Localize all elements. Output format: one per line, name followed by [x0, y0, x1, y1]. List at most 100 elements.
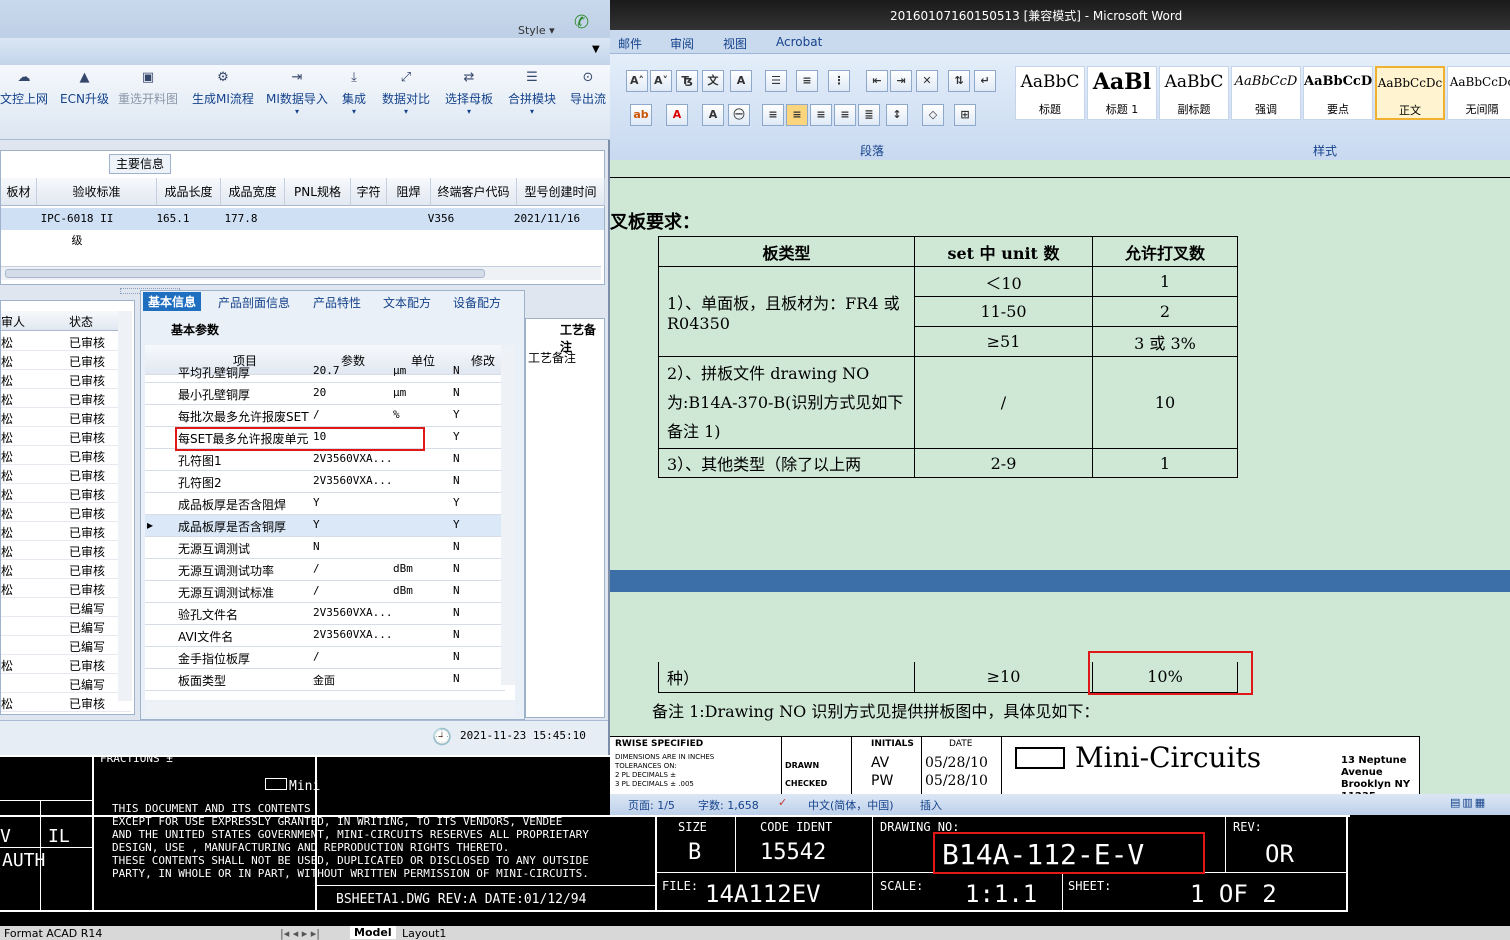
list-item[interactable]: 松已审核 — [1, 465, 131, 484]
toolbar-export-button[interactable]: ⊙ 导出流 — [570, 70, 606, 107]
toolbar-mi-import-button[interactable]: ⇥ MI数据导入 ▾ — [266, 70, 328, 116]
list-item[interactable]: 松已审核 — [1, 522, 131, 541]
list-header-reviewer[interactable]: 审人 — [1, 313, 25, 330]
list-item[interactable]: 已编写 — [1, 674, 131, 693]
tab-basic-info[interactable]: 基本信息 — [143, 292, 202, 311]
list-item[interactable]: 松已审核 — [1, 560, 131, 579]
grow-font-icon[interactable]: A˄ — [626, 70, 648, 92]
char-shading-icon[interactable]: A — [702, 104, 724, 126]
toolbar-integrate-button[interactable]: ⤓ 集成 ▾ — [342, 70, 366, 116]
increase-indent-icon[interactable]: ⇥ — [890, 70, 912, 92]
list-item[interactable]: 已编写 — [1, 636, 131, 655]
list-item[interactable]: 松已审核 — [1, 655, 131, 674]
params-row[interactable]: 最小孔壁铜厚 20 μm N — [145, 383, 505, 405]
toolbar-ecn-button[interactable]: ▲ ECN升级 — [60, 70, 109, 107]
params-row[interactable]: 无源互调测试 N N — [145, 537, 505, 559]
tab-profile-info[interactable]: 产品剖面信息 — [218, 294, 290, 311]
params-horizontal-scrollbar[interactable] — [145, 702, 515, 716]
tab-equipment-recipe[interactable]: 设备配方 — [453, 294, 501, 311]
style-title[interactable]: AaBbC 标题 — [1015, 66, 1085, 120]
highlight-icon[interactable]: ab — [630, 104, 652, 126]
grid-header[interactable]: 终端客户代码 — [431, 178, 517, 206]
list-item[interactable]: 松已审核 — [1, 389, 131, 408]
list-item[interactable]: 松已审核 — [1, 370, 131, 389]
status-language[interactable]: 中文(简体，中国) — [808, 797, 894, 813]
align-left-icon[interactable]: ≡ — [762, 104, 784, 126]
view-buttons-icon[interactable]: ▤▥▦ — [1450, 796, 1487, 809]
tab-product-features[interactable]: 产品特性 — [313, 294, 361, 311]
params-row[interactable]: 成品板厚是否含铜厚 Y Y ▸ — [145, 515, 505, 537]
grid-header[interactable]: 型号创建时间 — [517, 178, 605, 206]
horizontal-scrollbar[interactable] — [1, 266, 601, 280]
vertical-scrollbar[interactable] — [118, 311, 132, 701]
tab-review[interactable]: 审阅 — [670, 35, 694, 52]
font-color-icon[interactable]: A — [666, 104, 688, 126]
list-item[interactable]: 松已审核 — [1, 693, 131, 712]
menu-chevron-icon[interactable]: ▼ — [592, 44, 600, 55]
grid-header[interactable]: 成品宽度 — [221, 178, 285, 206]
style-heading1[interactable]: AaBl 标题 1 — [1087, 66, 1157, 120]
params-row[interactable]: 金手指位板厚 / N — [145, 647, 505, 669]
borders-icon[interactable]: ⊞ — [954, 104, 976, 126]
list-header-status[interactable]: 状态 — [69, 313, 93, 330]
list-item[interactable]: 松已审核 — [1, 332, 131, 351]
params-row[interactable]: 孔符图1 2V3560VXA... N — [145, 449, 505, 471]
toolbar-merge-module-button[interactable]: ☰ 合拼模块 ▾ — [508, 70, 556, 116]
params-row[interactable]: 验孔文件名 2V3560VXA... N — [145, 603, 505, 625]
params-row[interactable]: 板面类型 金面 N — [145, 669, 505, 691]
enclose-char-icon[interactable]: ㊀ — [728, 104, 750, 126]
params-row[interactable]: AVI文件名 2V3560VXA... N — [145, 625, 505, 647]
align-right-icon[interactable]: ≡ — [810, 104, 832, 126]
tab-view[interactable]: 视图 — [723, 35, 747, 52]
shrink-font-icon[interactable]: A˅ — [650, 70, 672, 92]
tab-layout1[interactable]: Layout1 — [402, 927, 446, 940]
grid-header[interactable]: 验收标准 — [37, 178, 157, 206]
toolbar-doc-online-button[interactable]: ☁ 文控上网 — [0, 70, 48, 107]
align-center-icon[interactable]: ≡ — [786, 104, 808, 126]
list-item[interactable]: 松已审核 — [1, 541, 131, 560]
tab-mail[interactable]: 邮件 — [618, 35, 642, 52]
list-item[interactable]: 松已审核 — [1, 427, 131, 446]
multilevel-list-icon[interactable]: ⋮ — [828, 70, 850, 92]
show-marks-icon[interactable]: ↵ — [974, 70, 996, 92]
decrease-indent-icon[interactable]: ⇤ — [866, 70, 888, 92]
list-item[interactable]: 松已审核 — [1, 446, 131, 465]
status-page[interactable]: 页面: 1/5 — [628, 797, 675, 813]
shading-icon[interactable]: ◇ — [922, 104, 944, 126]
chinese-layout-icon[interactable]: ✕ — [916, 70, 938, 92]
justify-icon[interactable]: ≡ — [834, 104, 856, 126]
toolbar-compare-button[interactable]: ⤢ 数据对比 ▾ — [382, 70, 430, 116]
list-item[interactable]: 松已审核 — [1, 484, 131, 503]
status-mode[interactable]: 插入 — [920, 797, 942, 813]
toolbar-reselect-button[interactable]: ▣ 重选开料图 — [118, 70, 178, 107]
params-row[interactable]: 无源互调测试标准 / dBm N — [145, 581, 505, 603]
list-item[interactable]: 松已审核 — [1, 351, 131, 370]
grid-header[interactable]: 板材 — [1, 178, 37, 206]
params-row[interactable]: 无源互调测试功率 / dBm N — [145, 559, 505, 581]
line-spacing-icon[interactable]: ↕ — [886, 104, 908, 126]
params-vertical-scrollbar[interactable] — [501, 345, 515, 685]
tab-acrobat[interactable]: Acrobat — [776, 35, 822, 49]
params-row[interactable]: 每批次最多允许报废SET /% Y — [145, 405, 505, 427]
char-border-icon[interactable]: A — [730, 70, 752, 92]
proofing-icon[interactable]: ✓ — [778, 796, 787, 809]
list-item[interactable]: 松已审核 — [1, 503, 131, 522]
params-row[interactable]: 孔符图2 2V3560VXA... N — [145, 471, 505, 493]
toolbar-select-master-button[interactable]: ⇄ 选择母板 ▾ — [445, 70, 493, 116]
document-area[interactable]: 叉板要求： 板类型 set 中 unit 数 允许打叉数 1）、单面板，且板材为… — [610, 160, 1510, 794]
bullets-icon[interactable]: ☰ — [765, 70, 787, 92]
phonetic-guide-icon[interactable]: 文 — [702, 70, 724, 92]
style-menu[interactable]: Style ▾ — [518, 24, 555, 37]
grid-header[interactable]: 阻焊 — [387, 178, 431, 206]
style-subtitle[interactable]: AaBbC 副标题 — [1159, 66, 1229, 120]
sort-icon[interactable]: ⇅ — [948, 70, 970, 92]
params-row[interactable]: 成品板厚是否含阻焊 Y Y — [145, 493, 505, 515]
list-item[interactable]: 已编写 — [1, 617, 131, 636]
style-strong[interactable]: AaBbCcD 要点 — [1303, 66, 1373, 120]
clear-format-icon[interactable]: Ꜩ — [676, 70, 698, 92]
style-normal[interactable]: AaBbCcDc 正文 — [1375, 66, 1445, 120]
grid-header[interactable]: PNL规格 — [285, 178, 351, 206]
scrollbar-thumb[interactable] — [5, 269, 485, 278]
list-item[interactable]: 松已审核 — [1, 712, 131, 714]
grid-header[interactable]: 成品长度 — [157, 178, 221, 206]
